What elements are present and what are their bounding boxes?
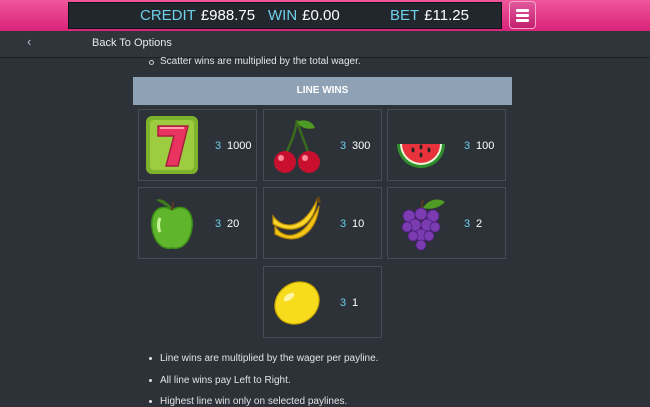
- top-bar: CREDIT £988.75 WIN £0.00 BET £11.25: [0, 0, 650, 31]
- seven-icon: [146, 116, 198, 174]
- rule-item: Line wins are multiplied by the wager pe…: [148, 353, 379, 364]
- match-count: 3: [340, 140, 347, 152]
- bet-value: £11.25: [424, 7, 469, 24]
- paytable-card-cherries: 3 300: [263, 109, 382, 181]
- payout-value: 300: [352, 140, 371, 152]
- payout-value: 1000: [227, 140, 252, 152]
- match-count: 3: [340, 218, 347, 230]
- grapes-icon: [401, 199, 445, 251]
- line-wins-header: LINE WINS: [133, 77, 512, 105]
- credit-display: CREDIT £988.75: [140, 3, 255, 28]
- match-count: 3: [215, 218, 222, 230]
- chevron-left-icon[interactable]: ‹: [27, 34, 31, 49]
- scatter-rule-text: Scatter wins are multiplied by the total…: [149, 56, 361, 67]
- balance-panel: CREDIT £988.75 WIN £0.00 BET £11.25: [68, 2, 502, 29]
- bet-label: BET: [390, 7, 420, 24]
- cherries-icon: [274, 119, 320, 173]
- paytable-card-lemon: 3 1: [263, 266, 382, 338]
- lemon-icon: [274, 281, 320, 325]
- apple-icon: [150, 199, 194, 250]
- watermelon-icon: [397, 144, 445, 168]
- match-count: 3: [464, 218, 471, 230]
- paytable-card-banana: 3 10: [263, 187, 382, 259]
- credit-label: CREDIT: [140, 7, 196, 24]
- win-display: WIN £0.00: [268, 3, 340, 28]
- paytable-card-apple: 3 20: [138, 187, 257, 259]
- rule-item: All line wins pay Left to Right.: [149, 375, 291, 386]
- paytable-card-seven: 3 1000: [138, 109, 257, 181]
- menu-button[interactable]: [509, 1, 536, 29]
- match-count: 3: [464, 140, 471, 152]
- banana-icon: [272, 196, 321, 240]
- back-to-options-link[interactable]: Back To Options: [92, 37, 172, 49]
- win-value: £0.00: [302, 7, 340, 24]
- back-to-options-bar[interactable]: ‹ Back To Options: [0, 31, 650, 58]
- payout-value: 100: [476, 140, 495, 152]
- credit-value: £988.75: [200, 7, 256, 24]
- paytable-card-grapes: 3 2: [387, 187, 506, 259]
- payout-value: 1: [352, 297, 359, 309]
- paytable-card-watermelon: 3 100: [387, 109, 506, 181]
- bet-display: BET £11.25: [390, 3, 469, 28]
- rule-item: Highest line win only on selected paylin…: [148, 396, 348, 407]
- match-count: 3: [215, 140, 222, 152]
- payout-value: 2: [476, 218, 483, 230]
- payout-value: 10: [352, 218, 365, 230]
- win-label: WIN: [268, 7, 298, 24]
- match-count: 3: [340, 297, 347, 309]
- payout-value: 20: [227, 218, 240, 230]
